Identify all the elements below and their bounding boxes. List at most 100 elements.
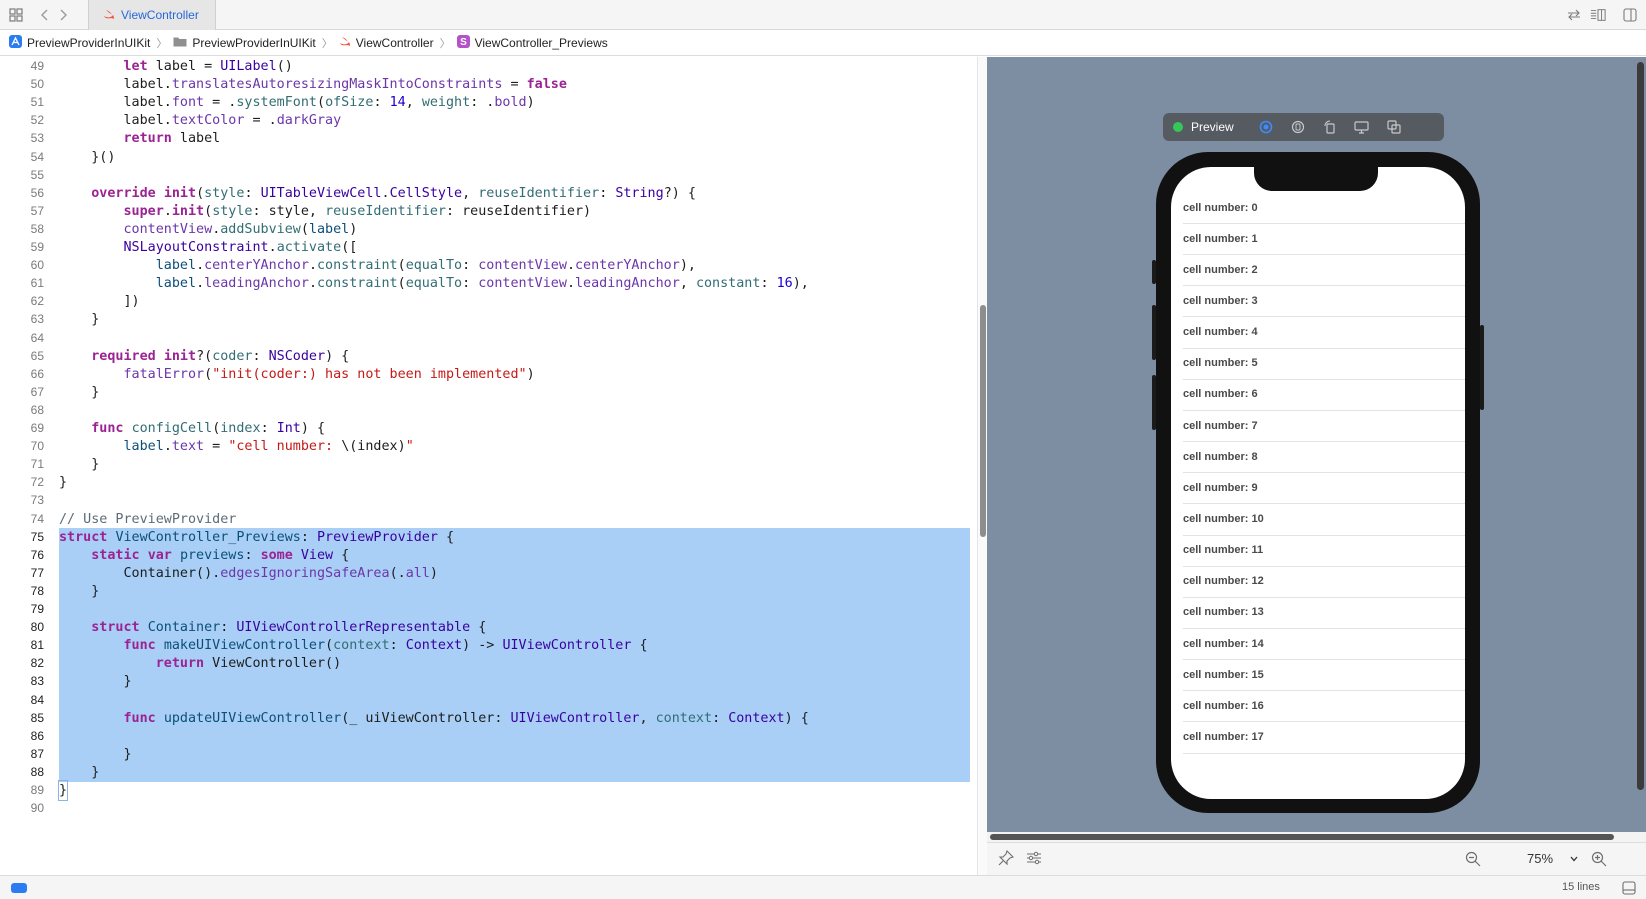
code-line[interactable]: } [0, 473, 970, 492]
selected-code-line[interactable]: } [59, 762, 970, 782]
code-token: return [155, 656, 205, 672]
code-text: required init?(coder: NSCoder) { [59, 347, 349, 366]
table-row[interactable]: cell number: 11 [1171, 534, 1465, 567]
editor-options-icon[interactable] [1590, 7, 1606, 23]
code-line[interactable]: super.init(style: style, reuseIdentifier… [0, 202, 970, 221]
breadcrumb-item-file[interactable]: ViewController [339, 35, 434, 50]
code-token: : [244, 547, 261, 563]
code-line[interactable]: NSLayoutConstraint.activate([ [0, 238, 970, 257]
canvas-vertical-scrollbar[interactable] [1634, 58, 1646, 830]
code-line[interactable]: contentView.addSubview(label) [0, 220, 970, 239]
selected-code-line[interactable]: struct Container: UIViewControllerRepres… [59, 618, 970, 638]
selected-code-line[interactable]: } [59, 581, 970, 601]
code-line[interactable] [0, 166, 970, 185]
table-row[interactable]: cell number: 6 [1171, 378, 1465, 411]
table-row[interactable]: cell number: 14 [1171, 627, 1465, 661]
table-row[interactable]: cell number: 3 [1171, 284, 1465, 318]
code-line[interactable]: } [0, 780, 970, 801]
table-row[interactable]: cell number: 10 [1171, 503, 1465, 536]
code-text: contentView.addSubview(label) [59, 220, 358, 239]
selected-code-line[interactable]: } [59, 672, 970, 692]
duplicate-preview-icon[interactable] [1380, 116, 1408, 138]
selected-code-line[interactable] [59, 600, 970, 619]
code-line[interactable] [0, 799, 970, 818]
code-line[interactable]: let label = UILabel() [0, 57, 970, 76]
code-line[interactable]: func configCell(index: Int) { [0, 419, 970, 438]
table-row[interactable]: cell number: 17 [1171, 721, 1465, 754]
code-line[interactable]: label.textColor = .darkGray [0, 111, 970, 130]
table-row[interactable]: cell number: 8 [1171, 440, 1465, 474]
code-line[interactable]: label.centerYAnchor.constraint(equalTo: … [0, 256, 970, 275]
code-token: leadingAnchor [204, 276, 309, 292]
code-line[interactable] [0, 491, 970, 510]
selected-code-line[interactable] [59, 690, 970, 710]
chevron-down-icon[interactable] [1569, 851, 1579, 867]
zoom-level[interactable]: 75% [1527, 851, 1553, 866]
code-line[interactable]: } [0, 310, 970, 329]
selectable-mode-icon[interactable] [1284, 116, 1312, 138]
code-line[interactable]: } [0, 455, 970, 474]
breadcrumb-item-folder[interactable]: PreviewProviderInUIKit [173, 36, 316, 50]
code-line[interactable]: } [0, 383, 970, 402]
chevron-right-icon[interactable] [55, 7, 71, 23]
code-editor[interactable]: 49 let label = UILabel() 50 label.transla… [0, 57, 975, 875]
swap-arrows-icon[interactable] [1566, 7, 1582, 23]
zoom-in-icon[interactable] [1591, 851, 1607, 870]
selected-code-line[interactable]: func updateUIViewController(_ uiViewCont… [59, 708, 970, 728]
table-row[interactable]: cell number: 9 [1171, 471, 1465, 505]
canvas-bottom-bar: 75% [987, 842, 1646, 875]
table-row[interactable]: cell number: 0 [1171, 191, 1465, 224]
selected-code-line[interactable]: return ViewController() [59, 654, 970, 674]
selected-code-line[interactable]: struct ViewController_Previews: PreviewP… [59, 527, 970, 547]
table-row[interactable]: cell number: 2 [1171, 253, 1465, 287]
table-row[interactable]: cell number: 16 [1171, 689, 1465, 723]
breadcrumb-item-struct[interactable]: S ViewController_Previews [456, 34, 608, 51]
device-settings-icon[interactable] [1348, 116, 1376, 138]
live-mode-icon[interactable] [1252, 116, 1280, 138]
code-line[interactable]: fatalError("init(coder:) has not been im… [0, 365, 970, 384]
pin-icon[interactable] [998, 849, 1015, 869]
breadcrumb-item-project[interactable]: PreviewProviderInUIKit [9, 34, 150, 51]
code-line[interactable]: }() [0, 148, 970, 167]
zoom-out-icon[interactable] [1465, 851, 1481, 870]
code-line[interactable]: required init?(coder: NSCoder) { [0, 347, 970, 366]
table-row[interactable]: cell number: 1 [1171, 222, 1465, 256]
code-line[interactable]: ]) [0, 292, 970, 311]
code-line[interactable]: // Use PreviewProvider [0, 510, 970, 529]
code-line[interactable] [0, 329, 970, 348]
code-line[interactable]: return label [0, 129, 970, 148]
selected-code-line[interactable]: static var previews: some View { [59, 545, 970, 565]
code-line[interactable]: label.leadingAnchor.constraint(equalTo: … [0, 274, 970, 293]
table-row[interactable]: cell number: 12 [1171, 565, 1465, 598]
code-line[interactable]: label.font = .systemFont(ofSize: 14, wei… [0, 93, 970, 112]
editor-scrollbar[interactable] [977, 57, 987, 875]
rotate-device-icon[interactable] [1316, 116, 1344, 138]
code-token: } [59, 457, 100, 473]
preview-settings-icon[interactable] [1026, 851, 1042, 868]
table-row[interactable]: cell number: 15 [1171, 658, 1465, 692]
code-line[interactable]: label.translatesAutoresizingMaskIntoCons… [0, 75, 970, 94]
canvas-vscroll-thumb[interactable] [1637, 62, 1644, 790]
selected-code-line[interactable]: } [59, 744, 970, 764]
table-row[interactable]: cell number: 7 [1171, 409, 1465, 443]
canvas-horizontal-scrollbar[interactable] [987, 832, 1646, 842]
code-line[interactable] [0, 401, 970, 420]
inspector-toggle-icon[interactable] [1622, 7, 1638, 23]
selected-code-line[interactable]: func makeUIViewController(context: Conte… [59, 636, 970, 656]
breakpoint-toggle-icon[interactable] [11, 883, 27, 893]
table-row[interactable]: cell number: 4 [1171, 316, 1465, 349]
code-token: ( [204, 203, 213, 219]
selected-code-line[interactable] [59, 726, 970, 746]
tab-viewcontroller[interactable]: ViewController [88, 0, 216, 30]
canvas-hscroll-thumb[interactable] [990, 834, 1614, 840]
selected-code-line[interactable]: Container().edgesIgnoringSafeArea(.all) [59, 563, 970, 583]
debug-area-toggle-icon[interactable] [1622, 881, 1636, 899]
code-line[interactable]: label.text = "cell number: \(index)" [0, 437, 970, 456]
editor-scroll-thumb[interactable] [980, 305, 986, 537]
table-row[interactable]: cell number: 5 [1171, 347, 1465, 380]
grid-icon[interactable] [8, 7, 24, 23]
chevron-left-icon[interactable] [37, 7, 53, 23]
code-line[interactable]: override init(style: UITableViewCell.Cel… [0, 184, 970, 203]
table-row[interactable]: cell number: 13 [1171, 596, 1465, 629]
